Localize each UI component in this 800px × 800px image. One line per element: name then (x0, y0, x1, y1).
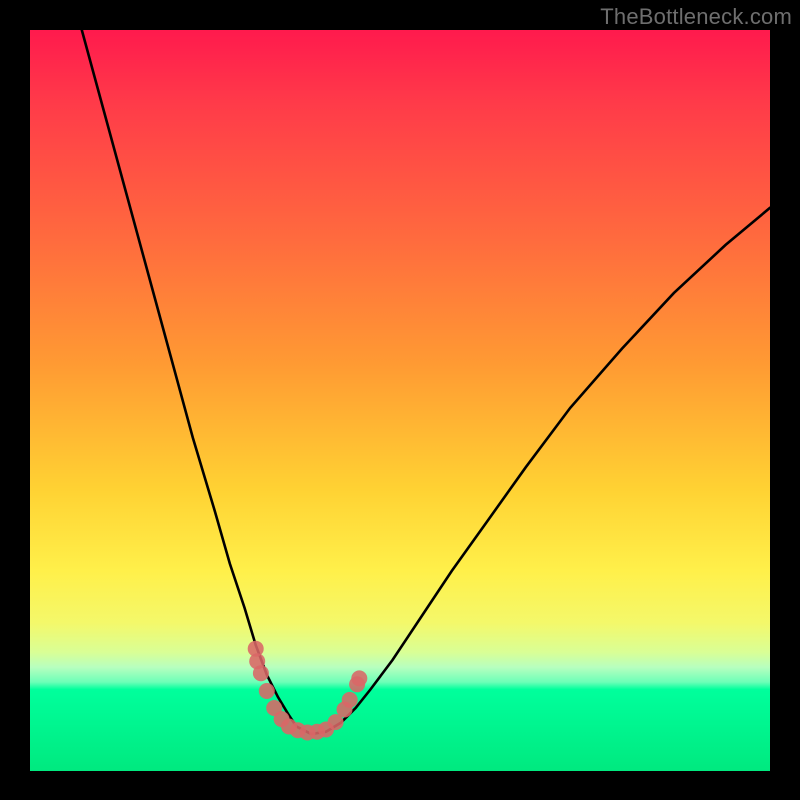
attribution-text: TheBottleneck.com (600, 4, 792, 30)
chart-frame: TheBottleneck.com (0, 0, 800, 800)
bottleneck-curve (82, 30, 770, 734)
cluster-point (342, 692, 358, 708)
curve-layer (30, 30, 770, 771)
cluster-point (351, 670, 367, 686)
cluster-point (259, 683, 275, 699)
marker-cluster (248, 641, 368, 741)
plot-area (30, 30, 770, 771)
cluster-point (253, 665, 269, 681)
